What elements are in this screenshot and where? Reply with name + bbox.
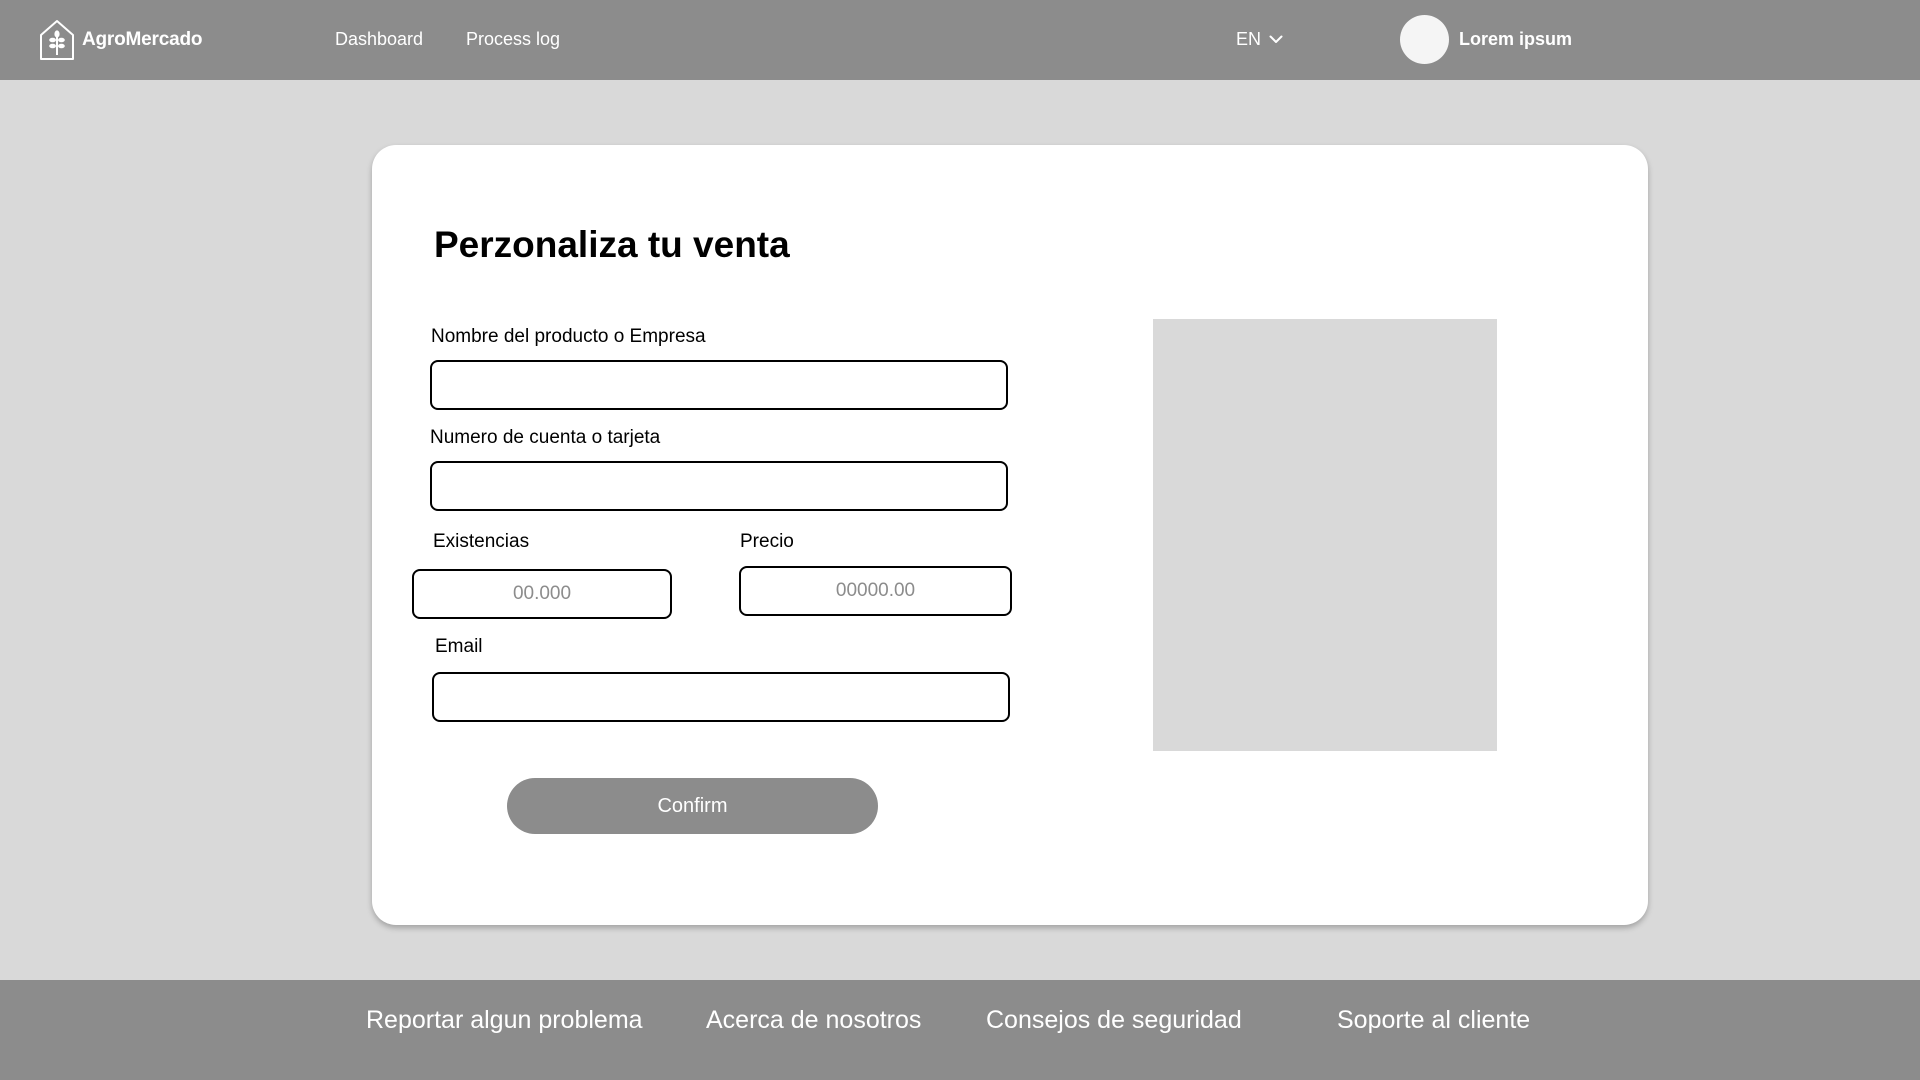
user-avatar[interactable] [1400,15,1449,64]
top-navigation-bar: AgroMercado Dashboard Process log EN Lor… [0,0,1920,80]
confirm-button[interactable]: Confirm [507,778,878,834]
product-name-label: Nombre del producto o Empresa [431,326,706,347]
sale-customization-card: Perzonaliza tu venta Nombre del producto… [372,145,1648,925]
footer-link-customer-support[interactable]: Soporte al cliente [1337,1004,1530,1036]
footer-link-report-problem[interactable]: Reportar algun problema [366,1004,643,1036]
language-selector[interactable]: EN [1236,28,1283,50]
brand-name: AgroMercado [82,29,203,50]
nav-process-log[interactable]: Process log [466,28,560,50]
stock-input[interactable] [412,569,672,619]
email-label: Email [435,636,483,657]
footer-bar [0,980,1920,1080]
price-input[interactable] [739,566,1012,616]
footer-link-safety-tips[interactable]: Consejos de seguridad [986,1004,1242,1036]
language-code: EN [1236,29,1262,49]
account-number-input[interactable] [430,461,1008,511]
nav-dashboard[interactable]: Dashboard [335,28,423,50]
wheat-house-icon [40,20,74,60]
chevron-down-icon [1269,35,1283,43]
product-image-placeholder [1153,319,1497,751]
product-name-input[interactable] [430,360,1008,410]
footer-link-about-us[interactable]: Acerca de nosotros [706,1004,921,1036]
price-label: Precio [740,531,794,552]
brand-logo[interactable]: AgroMercado [38,19,202,61]
account-number-label: Numero de cuenta o tarjeta [430,427,661,448]
page-title: Perzonaliza tu venta [434,224,790,265]
stock-label: Existencias [433,531,530,552]
email-input[interactable] [432,672,1010,722]
user-name[interactable]: Lorem ipsum [1459,28,1572,50]
